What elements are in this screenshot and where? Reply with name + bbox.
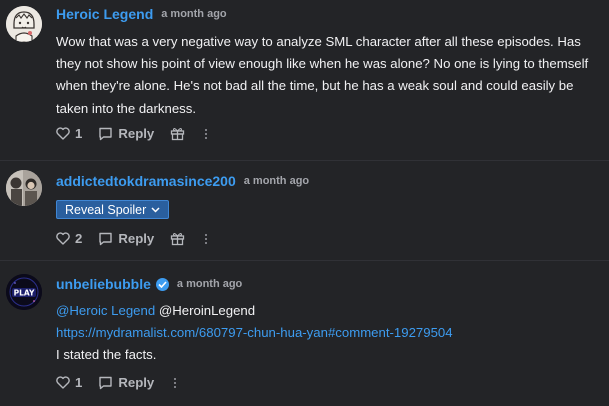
comment-header: Heroic Legend a month ago (56, 6, 227, 22)
like-button[interactable]: 2 (56, 231, 82, 246)
comment-item: PLAY unbeliebubble a month ago @Heroic L… (0, 260, 609, 406)
reply-label: Reply (118, 126, 155, 141)
comment-actions: 2 Reply (56, 231, 208, 246)
more-icon[interactable] (205, 233, 208, 244)
gift-icon (171, 127, 185, 141)
comment-header: unbeliebubble a month ago (56, 276, 242, 292)
comment-body: @Heroic Legend @HeroinLegend https://myd… (56, 300, 601, 367)
heart-icon (56, 232, 70, 245)
gift-icon (171, 232, 185, 246)
username-link[interactable]: addictedtokdramasince200 (56, 173, 236, 189)
like-count: 1 (75, 126, 83, 141)
comment-actions: 1 Reply (56, 126, 208, 141)
gift-button[interactable] (170, 126, 185, 141)
avatar[interactable] (6, 170, 42, 206)
heart-icon (56, 127, 70, 140)
avatar-play-text: PLAY (14, 289, 35, 298)
comment-item: addictedtokdramasince200 a month ago Rev… (0, 160, 609, 260)
gift-button[interactable] (170, 231, 185, 246)
username-link[interactable]: Heroic Legend (56, 6, 153, 22)
more-icon[interactable] (205, 128, 208, 139)
comment-link[interactable]: https://mydramalist.com/680797-chun-hua-… (56, 325, 453, 340)
reply-label: Reply (118, 375, 155, 390)
comment-header: addictedtokdramasince200 a month ago (56, 173, 309, 189)
comment-icon (99, 232, 113, 245)
like-count: 2 (75, 231, 83, 246)
verified-icon (155, 277, 169, 291)
reveal-spoiler-label: Reveal Spoiler (65, 202, 147, 217)
timestamp[interactable]: a month ago (244, 175, 309, 187)
timestamp[interactable]: a month ago (161, 8, 226, 20)
like-button[interactable]: 1 (56, 375, 82, 390)
reply-button[interactable]: Reply (98, 375, 154, 390)
like-button[interactable]: 1 (56, 126, 82, 141)
reply-button[interactable]: Reply (98, 126, 154, 141)
comment-actions: 1 Reply (56, 375, 177, 390)
more-icon[interactable] (174, 377, 177, 388)
comment-icon (99, 127, 113, 140)
username-link[interactable]: unbeliebubble (56, 276, 151, 292)
comment-item: Heroic Legend a month ago Wow that was a… (0, 0, 609, 160)
mention-link[interactable]: @Heroic Legend (56, 303, 155, 318)
avatar[interactable] (6, 6, 42, 42)
chevron-down-icon (151, 206, 160, 213)
heart-icon (56, 376, 70, 389)
like-count: 1 (75, 375, 83, 390)
reply-label: Reply (118, 231, 155, 246)
comment-icon (99, 376, 113, 389)
mention-handle: @HeroinLegend (158, 303, 256, 318)
avatar[interactable]: PLAY (6, 274, 42, 310)
timestamp[interactable]: a month ago (177, 278, 242, 290)
reveal-spoiler-button[interactable]: Reveal Spoiler (56, 200, 170, 219)
comment-text: I stated the facts. (56, 347, 157, 363)
reply-button[interactable]: Reply (98, 231, 154, 246)
comment-text: Wow that was a very negative way to anal… (56, 34, 589, 116)
